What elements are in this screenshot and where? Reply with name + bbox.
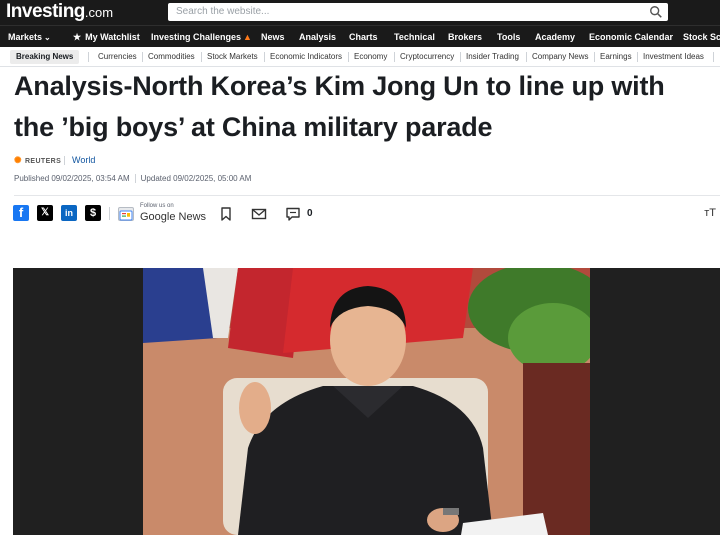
source-name: REUTERS [24,158,62,165]
article-title-line-1: Analysis-North Korea’s Kim Jong Un to li… [14,71,665,101]
divider [109,207,110,220]
google-news-label: Google News [140,211,207,223]
fire-icon: ▲ [243,32,252,42]
comment-icon[interactable] [285,206,301,222]
subnav-economic-indicators[interactable]: Economic Indicators [270,50,342,64]
divider [526,52,527,62]
search-icon[interactable] [649,5,663,19]
google-news-icon-graphic [119,210,133,221]
divider [88,52,89,62]
subnav-earnings[interactable]: Earnings [600,50,632,64]
share-toolbar: f 𝕏 in $ Follow us on Google News 0 ᴛT [13,203,720,225]
investing-logo[interactable]: Investing.com [6,1,113,24]
nav-markets[interactable]: Markets ⌄ [8,26,51,48]
sub-nav: Breaking News Currencies Commodities Sto… [0,47,720,67]
breaking-news-link[interactable]: Breaking News [10,50,80,64]
nav-my-watchlist-label: My Watchlist [85,32,140,42]
search-input[interactable]: Search the website... [168,3,668,21]
nav-economic-calendar[interactable]: Economic Calendar [589,26,673,48]
divider [637,52,638,62]
subnav-insider-trading[interactable]: Insider Trading [466,50,519,64]
x-share-icon[interactable]: 𝕏 [37,205,53,221]
nav-analysis[interactable]: Analysis [299,26,336,48]
divider [594,52,595,62]
divider [142,52,143,62]
nav-stock-screener[interactable]: Stock Scr [683,26,720,48]
divider [713,52,714,62]
article-image-frame [13,268,720,535]
linkedin-share-icon[interactable]: in [61,205,77,221]
nav-tools[interactable]: Tools [497,26,520,48]
divider [14,195,720,196]
email-icon[interactable] [251,206,267,222]
top-header: Investing.com Search the website... [0,0,720,25]
bookmark-icon[interactable] [218,206,234,222]
nav-investing-challenges[interactable]: Investing Challenges ▲ [151,26,252,48]
nav-technical[interactable]: Technical [394,26,435,48]
comment-count[interactable]: 0 [307,208,313,219]
subnav-company-news[interactable]: Company News [532,50,588,64]
follow-us-label: Follow us on [140,203,174,209]
nav-charts[interactable]: Charts [349,26,378,48]
reuters-logo[interactable]: ✺ REUTERS [14,155,61,167]
nav-markets-label: Markets [8,32,43,42]
divider [201,52,202,62]
nav-my-watchlist[interactable]: ★ My Watchlist [73,26,140,48]
divider [348,52,349,62]
chevron-down-icon: ⌄ [44,33,51,42]
nav-investing-challenges-label: Investing Challenges [151,32,242,42]
article-title-line-2: the ’big boys’ at China military parade [14,112,493,142]
stocktwits-share-icon[interactable]: $ [85,205,101,221]
divider [394,52,395,62]
facebook-share-icon[interactable]: f [13,205,29,221]
subnav-stock-markets[interactable]: Stock Markets [207,50,258,64]
subnav-economy[interactable]: Economy [354,50,387,64]
subnav-currencies[interactable]: Currencies [98,50,137,64]
article-photo-illustration [143,268,590,535]
divider [460,52,461,62]
category-link[interactable]: World [72,155,95,166]
text-size-button[interactable]: ᴛT [704,207,716,219]
nav-academy[interactable]: Academy [535,26,575,48]
nav-brokers[interactable]: Brokers [448,26,482,48]
divider [134,174,136,184]
article-dates: Published 09/02/2025, 03:54 AM Updated 09… [14,173,251,185]
divider [264,52,265,62]
article-title: Analysis-North Korea’s Kim Jong Un to li… [14,66,720,148]
subnav-investment-ideas[interactable]: Investment Ideas [643,50,704,64]
updated-date: Updated 09/02/2025, 05:00 AM [140,174,252,183]
logo-text: Investing [6,1,85,22]
search-placeholder: Search the website... [176,6,270,17]
article-photo [143,268,590,535]
reuters-dots-icon: ✺ [14,155,22,165]
google-news-icon [118,207,134,221]
published-date: Published 09/02/2025, 03:54 AM [14,174,130,183]
divider [64,156,65,165]
subnav-cryptocurrency[interactable]: Cryptocurrency [400,50,454,64]
subnav-commodities[interactable]: Commodities [148,50,195,64]
nav-news[interactable]: News [261,26,285,48]
star-icon: ★ [73,32,82,42]
main-nav: Markets ⌄ ★ My Watchlist Investing Challen… [0,25,720,47]
logo-suffix: .com [84,5,114,20]
